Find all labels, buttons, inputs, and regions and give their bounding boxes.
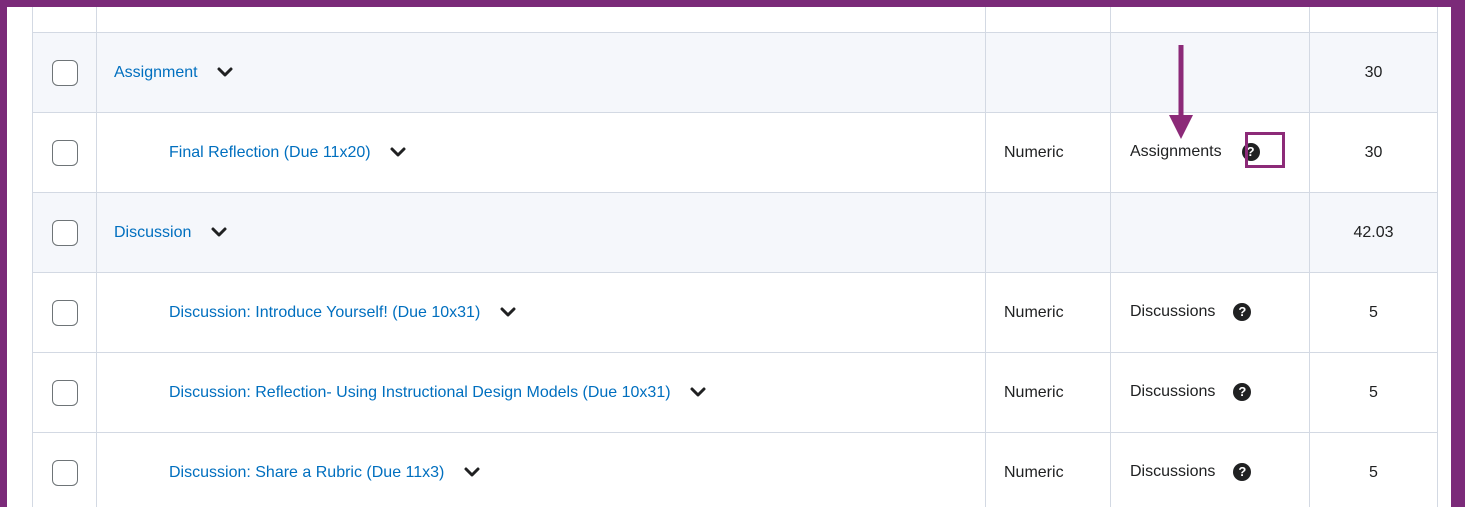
tool-label: Assignments <box>1130 144 1222 161</box>
annotation-highlight-box <box>1245 132 1285 168</box>
category-link[interactable]: Assignment <box>114 64 198 81</box>
row-checkbox[interactable] <box>52 460 78 486</box>
row-checkbox[interactable] <box>52 220 78 246</box>
table-header-row <box>33 7 1438 33</box>
tool-cell <box>1111 33 1310 113</box>
row-checkbox[interactable] <box>52 380 78 406</box>
tool-cell: Discussions? <box>1111 353 1310 433</box>
chevron-down-icon[interactable] <box>389 145 407 159</box>
grade-item-link[interactable]: Discussion: Reflection- Using Instructio… <box>169 384 671 401</box>
grade-type: Numeric <box>986 273 1111 353</box>
row-checkbox[interactable] <box>52 300 78 326</box>
grade-type <box>986 33 1111 113</box>
max-points: 5 <box>1310 353 1438 433</box>
max-points: 5 <box>1310 273 1438 353</box>
tool-cell: Discussions? <box>1111 273 1310 353</box>
tool-cell: Discussions? <box>1111 433 1310 507</box>
max-points: 42.03 <box>1310 193 1438 273</box>
chevron-down-icon[interactable] <box>463 465 481 479</box>
max-points: 5 <box>1310 433 1438 507</box>
tool-cell <box>1111 193 1310 273</box>
arrow-down-icon <box>1167 45 1195 141</box>
tool-cell: Assignments? <box>1111 113 1310 193</box>
grade-items-table: Assignment 30 Final Reflection (Due 11x2… <box>32 7 1438 507</box>
grade-item-row: Final Reflection (Due 11x20) Numeric Ass… <box>33 113 1438 193</box>
category-link[interactable]: Discussion <box>114 224 191 241</box>
tool-label: Discussions <box>1130 384 1215 401</box>
screenshot-frame: Assignment 30 Final Reflection (Due 11x2… <box>7 7 1451 507</box>
grade-type: Numeric <box>986 113 1111 193</box>
grade-type <box>986 193 1111 273</box>
grade-items-grid: Assignment 30 Final Reflection (Due 11x2… <box>32 7 1437 507</box>
question-circle-icon[interactable]: ? <box>1233 303 1251 321</box>
grade-item-link[interactable]: Discussion: Introduce Yourself! (Due 10x… <box>169 304 480 321</box>
row-checkbox[interactable] <box>52 140 78 166</box>
chevron-down-icon[interactable] <box>499 305 517 319</box>
question-circle-icon[interactable]: ? <box>1233 383 1251 401</box>
max-points: 30 <box>1310 33 1438 113</box>
chevron-down-icon[interactable] <box>689 385 707 399</box>
grade-item-link[interactable]: Discussion: Share a Rubric (Due 11x3) <box>169 464 444 481</box>
grade-item-link[interactable]: Final Reflection (Due 11x20) <box>169 144 371 161</box>
question-circle-icon[interactable]: ? <box>1233 463 1251 481</box>
chevron-down-icon[interactable] <box>216 65 234 79</box>
grade-item-row: Discussion: Introduce Yourself! (Due 10x… <box>33 273 1438 353</box>
max-points: 30 <box>1310 113 1438 193</box>
category-row-assignment: Assignment 30 <box>33 33 1438 113</box>
row-checkbox[interactable] <box>52 60 78 86</box>
tool-label: Discussions <box>1130 304 1215 321</box>
grade-item-row: Discussion: Reflection- Using Instructio… <box>33 353 1438 433</box>
grade-type: Numeric <box>986 433 1111 507</box>
category-row-discussion: Discussion 42.03 <box>33 193 1438 273</box>
chevron-down-icon[interactable] <box>210 225 228 239</box>
tool-label: Discussions <box>1130 464 1215 481</box>
grade-item-row: Discussion: Share a Rubric (Due 11x3) Nu… <box>33 433 1438 507</box>
grade-type: Numeric <box>986 353 1111 433</box>
